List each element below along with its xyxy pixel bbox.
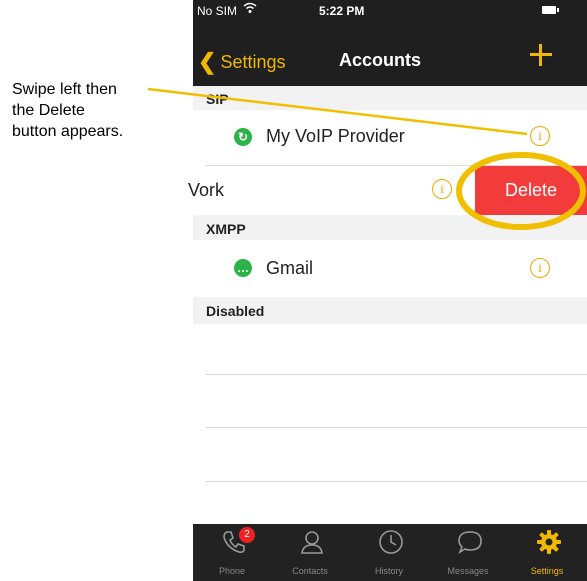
tab-label: Phone xyxy=(218,566,246,576)
status-time: 5:22 PM xyxy=(319,4,365,18)
settings-gear-icon xyxy=(537,530,561,554)
section-label: Disabled xyxy=(206,303,265,319)
callout-line-3: button appears. xyxy=(12,123,124,140)
add-account-button[interactable] xyxy=(527,41,555,69)
phone-screen: No SIM 5:22 PM ❮ Settings Accounts SIP ↻ … xyxy=(188,0,587,581)
account-row-voip[interactable]: ↻ My VoIP Provider i xyxy=(193,110,587,165)
tab-settings[interactable]: Settings xyxy=(508,524,586,581)
tab-label: Settings xyxy=(530,566,564,576)
wifi-icon xyxy=(243,2,257,17)
tab-label: Contacts xyxy=(292,566,328,576)
empty-row-divider xyxy=(206,374,587,375)
account-row-gmail[interactable]: … Gmail i xyxy=(193,240,587,297)
tab-bar: 2 Phone Contacts History Messages Settin… xyxy=(193,524,587,581)
empty-row-divider xyxy=(206,481,587,482)
history-icon xyxy=(379,530,403,554)
page-title: Accounts xyxy=(338,50,421,70)
section-header-disabled: Disabled xyxy=(193,297,587,324)
xmpp-chat-icon: … xyxy=(234,259,252,277)
navigation-bar: ❮ Settings Accounts xyxy=(193,23,587,86)
info-icon[interactable]: i xyxy=(432,179,452,199)
tab-contacts[interactable]: Contacts xyxy=(271,524,349,581)
info-icon[interactable]: i xyxy=(530,258,550,278)
contacts-icon xyxy=(301,531,323,554)
tab-messages[interactable]: Messages xyxy=(429,524,507,581)
messages-icon xyxy=(458,531,482,554)
tab-phone[interactable]: 2 Phone xyxy=(193,524,271,581)
battery-icon xyxy=(542,6,556,14)
section-label: SIP xyxy=(206,91,229,107)
account-name: My VoIP Provider xyxy=(266,126,405,146)
callout-line-2: the Delete xyxy=(12,102,85,119)
tab-label: Messages xyxy=(447,566,489,576)
info-icon[interactable]: i xyxy=(530,126,550,146)
section-header-xmpp: XMPP xyxy=(193,215,587,240)
delete-button[interactable]: Delete xyxy=(475,166,587,215)
carrier-label: No SIM xyxy=(197,4,238,18)
callout-line-1: Swipe left then xyxy=(12,81,117,98)
account-name: Vork xyxy=(188,180,225,200)
tab-label: History xyxy=(374,566,403,576)
status-bar: No SIM 5:22 PM xyxy=(193,0,587,23)
battery-tip xyxy=(557,8,559,12)
section-label: XMPP xyxy=(206,221,246,237)
section-header-sip: SIP xyxy=(193,86,587,110)
empty-row-divider xyxy=(206,427,587,428)
sip-account-icon: ↻ xyxy=(234,128,252,146)
instruction-callout: Swipe left then the Delete button appear… xyxy=(12,79,182,142)
phone-badge: 2 xyxy=(239,527,255,543)
tab-history[interactable]: History xyxy=(350,524,428,581)
account-name: Gmail xyxy=(266,258,314,278)
